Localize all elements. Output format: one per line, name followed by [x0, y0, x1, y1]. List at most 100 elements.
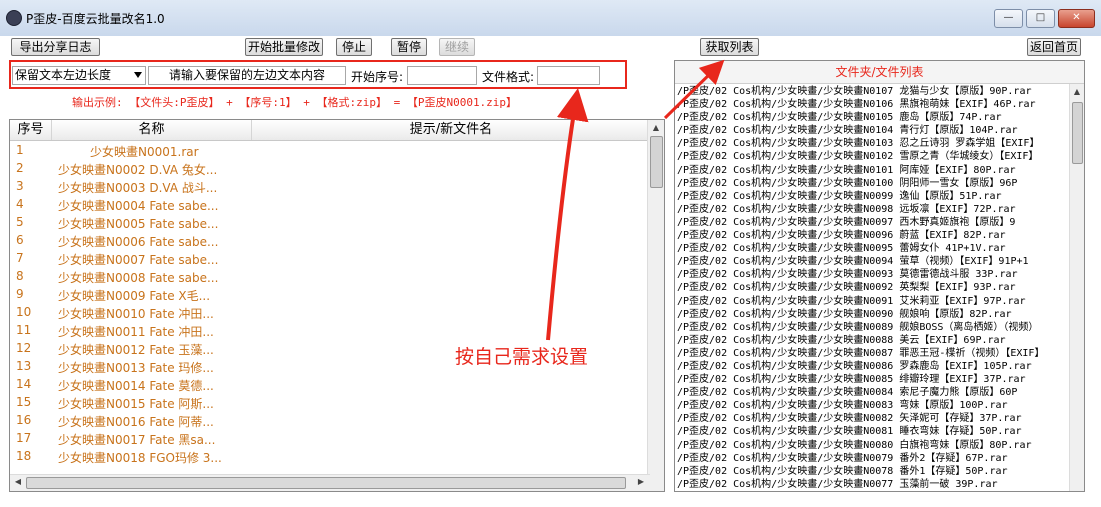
file-list-title: 文件夹/文件列表	[675, 61, 1084, 84]
rename-list-view[interactable]: 序号 名称 提示/新文件名 1 少女映畫N0001.rar 2 少女映畫N0002 D…	[9, 119, 665, 492]
table-row[interactable]: 6 少女映畫N0006 Fate sabe...	[10, 232, 650, 250]
file-format-input[interactable]	[537, 66, 600, 85]
scroll-left-icon[interactable]: ◀	[11, 475, 25, 489]
row-name: 少女映畫N0012 Fate 玉藻...	[58, 343, 214, 357]
app-icon	[6, 10, 22, 26]
table-row[interactable]: 3 少女映畫N0003 D.VA 战斗...	[10, 178, 650, 196]
row-name: 少女映畫N0018 FGO玛修 3...	[58, 451, 222, 465]
resume-button[interactable]: 继续	[439, 38, 475, 56]
file-list-panel[interactable]: 文件夹/文件列表 /P歪皮/02 Cos机构/少女映畫/少女映畫N0107 龙猫…	[674, 60, 1085, 492]
row-index: 14	[16, 377, 32, 391]
list-header: 序号 名称 提示/新文件名	[10, 120, 650, 141]
table-row[interactable]: 15 少女映畫N0015 Fate 阿斯...	[10, 394, 650, 412]
list-item[interactable]: /P歪皮/02 Cos机构/少女映畫/少女映畫N0101 阿库娅【EXIF】80…	[677, 164, 1067, 177]
table-row[interactable]: 4 少女映畫N0004 Fate sabe...	[10, 196, 650, 214]
pause-button[interactable]: 暂停	[391, 38, 427, 56]
list-item[interactable]: /P歪皮/02 Cos机构/少女映畫/少女映畫N0096 蔚蓝【EXIF】82P…	[677, 229, 1067, 242]
list-item[interactable]: /P歪皮/02 Cos机构/少女映畫/少女映畫N0100 阴阳师一雪女【原版】9…	[677, 177, 1067, 190]
list-item[interactable]: /P歪皮/02 Cos机构/少女映畫/少女映畫N0083 弯妹【原版】100P.…	[677, 399, 1067, 412]
scroll-right-icon[interactable]: ▶	[634, 475, 648, 489]
list-item[interactable]: /P歪皮/02 Cos机构/少女映畫/少女映畫N0097 西木野真姬旗袍【原版】…	[677, 216, 1067, 229]
list-item[interactable]: /P歪皮/02 Cos机构/少女映畫/少女映畫N0098 远坂凛【EXIF】72…	[677, 203, 1067, 216]
list-item[interactable]: /P歪皮/02 Cos机构/少女映畫/少女映畫N0082 矢泽妮可【存疑】37P…	[677, 412, 1067, 425]
row-index: 16	[16, 413, 32, 427]
row-name: 少女映畫N0016 Fate 阿蒂...	[58, 415, 214, 429]
row-name: 少女映畫N0017 Fate 黑sa...	[58, 433, 216, 447]
list-item[interactable]: /P歪皮/02 Cos机构/少女映畫/少女映畫N0102 雪原之青（华城绫女）【…	[677, 150, 1067, 163]
row-index: 9	[16, 287, 24, 301]
row-name: 少女映畫N0011 Fate 冲田...	[58, 325, 214, 339]
list-horizontal-scrollbar[interactable]: ◀ ▶	[10, 474, 650, 491]
row-index: 6	[16, 233, 24, 247]
chevron-down-icon	[134, 72, 142, 78]
table-row[interactable]: 17 少女映畫N0017 Fate 黑sa...	[10, 430, 650, 448]
table-row[interactable]: 2 少女映畫N0002 D.VA 兔女...	[10, 160, 650, 178]
file-list-scroll-thumb[interactable]	[1072, 102, 1083, 164]
get-list-button[interactable]: 获取列表	[700, 38, 759, 56]
row-index: 18	[16, 449, 32, 463]
export-log-button[interactable]: 导出分享日志	[11, 38, 100, 56]
list-item[interactable]: /P歪皮/02 Cos机构/少女映畫/少女映畫N0107 龙猫与少女【原版】90…	[677, 85, 1067, 98]
list-vertical-thumb[interactable]	[650, 136, 663, 188]
mode-select[interactable]: 保留文本左边长度	[12, 66, 146, 85]
row-name: 少女映畫N0009 Fate X毛...	[58, 289, 211, 303]
back-home-button[interactable]: 返回首页	[1027, 38, 1081, 56]
list-item[interactable]: /P歪皮/02 Cos机构/少女映畫/少女映畫N0094 萤草（视频）【EXIF…	[677, 255, 1067, 268]
row-index: 5	[16, 215, 24, 229]
list-item[interactable]: /P歪皮/02 Cos机构/少女映畫/少女映畫N0093 莫德雷德战斗服 33P…	[677, 268, 1067, 281]
list-item[interactable]: /P歪皮/02 Cos机构/少女映畫/少女映畫N0081 睡衣弯妹【存疑】50P…	[677, 425, 1067, 438]
list-item[interactable]: /P歪皮/02 Cos机构/少女映畫/少女映畫N0087 罪恶王冠-楪祈（视频）…	[677, 347, 1067, 360]
scroll-up-icon[interactable]: ▲	[649, 121, 663, 135]
list-item[interactable]: /P歪皮/02 Cos机构/少女映畫/少女映畫N0090 舰娘响【原版】82P.…	[677, 308, 1067, 321]
column-header-name[interactable]: 名称	[52, 120, 252, 140]
list-item[interactable]: /P歪皮/02 Cos机构/少女映畫/少女映畫N0078 番外1【存疑】50P.…	[677, 465, 1067, 478]
table-row[interactable]: 11 少女映畫N0011 Fate 冲田...	[10, 322, 650, 340]
table-row[interactable]: 9 少女映畫N0009 Fate X毛...	[10, 286, 650, 304]
list-item[interactable]: /P歪皮/02 Cos机构/少女映畫/少女映畫N0089 舰娘BOSS（离岛栖姬…	[677, 321, 1067, 334]
maximize-button[interactable]: □	[1026, 9, 1055, 28]
keep-text-input[interactable]: 请输入要保留的左边文本内容	[148, 66, 346, 85]
file-list-scrollbar[interactable]: ▲	[1069, 84, 1084, 491]
list-item[interactable]: /P歪皮/02 Cos机构/少女映畫/少女映畫N0095 蕾姆女仆 41P+1V…	[677, 242, 1067, 255]
list-item[interactable]: /P歪皮/02 Cos机构/少女映畫/少女映畫N0088 美云【EXIF】69P…	[677, 334, 1067, 347]
list-item[interactable]: /P歪皮/02 Cos机构/少女映畫/少女映畫N0085 绯瓣玲理【EXIF】3…	[677, 373, 1067, 386]
file-list-scroll-up-icon[interactable]: ▲	[1070, 85, 1084, 99]
list-item[interactable]: /P歪皮/02 Cos机构/少女映畫/少女映畫N0106 黑旗袍萌妹【EXIF】…	[677, 98, 1067, 111]
start-index-input[interactable]	[407, 66, 477, 85]
list-item[interactable]: /P歪皮/02 Cos机构/少女映畫/少女映畫N0103 忍之丘诗羽 罗森学姐【…	[677, 137, 1067, 150]
list-item[interactable]: /P歪皮/02 Cos机构/少女映畫/少女映畫N0079 番外2【存疑】67P.…	[677, 452, 1067, 465]
list-item[interactable]: /P歪皮/02 Cos机构/少女映畫/少女映畫N0091 艾米莉亚【EXIF】9…	[677, 295, 1067, 308]
table-row[interactable]: 7 少女映畫N0007 Fate sabe...	[10, 250, 650, 268]
table-row[interactable]: 16 少女映畫N0016 Fate 阿蒂...	[10, 412, 650, 430]
column-header-tip[interactable]: 提示/新文件名	[252, 120, 650, 140]
minimize-button[interactable]: —	[994, 9, 1023, 28]
list-item[interactable]: /P歪皮/02 Cos机构/少女映畫/少女映畫N0099 逸仙【原版】51P.r…	[677, 190, 1067, 203]
table-row[interactable]: 8 少女映畫N0008 Fate sabe...	[10, 268, 650, 286]
list-item[interactable]: /P歪皮/02 Cos机构/少女映畫/少女映畫N0104 青行灯【原版】104P…	[677, 124, 1067, 137]
close-button[interactable]: ✕	[1058, 9, 1095, 28]
list-item[interactable]: /P歪皮/02 Cos机构/少女映畫/少女映畫N0105 鹿岛【原版】74P.r…	[677, 111, 1067, 124]
list-horizontal-thumb[interactable]	[26, 477, 626, 489]
list-item[interactable]: /P歪皮/02 Cos机构/少女映畫/少女映畫N0084 索尼子魔力熊【原版】6…	[677, 386, 1067, 399]
list-item[interactable]: /P歪皮/02 Cos机构/少女映畫/少女映畫N0080 白旗袍弯妹【原版】80…	[677, 439, 1067, 452]
row-index: 15	[16, 395, 32, 409]
window-title: P歪皮-百度云批量改名1.0	[26, 12, 165, 26]
table-row[interactable]: 1 少女映畫N0001.rar	[10, 142, 650, 160]
stop-button[interactable]: 停止	[336, 38, 372, 56]
column-header-index[interactable]: 序号	[10, 120, 52, 140]
list-item[interactable]: /P歪皮/02 Cos机构/少女映畫/少女映畫N0086 罗森鹿岛【EXIF】1…	[677, 360, 1067, 373]
table-row[interactable]: 5 少女映畫N0005 Fate sabe...	[10, 214, 650, 232]
row-name: 少女映畫N0015 Fate 阿斯...	[58, 397, 214, 411]
row-index: 12	[16, 341, 32, 355]
row-name: 少女映畫N0007 Fate sabe...	[58, 253, 219, 267]
start-batch-button[interactable]: 开始批量修改	[245, 38, 323, 56]
table-row[interactable]: 10 少女映畫N0010 Fate 冲田...	[10, 304, 650, 322]
file-format-label: 文件格式:	[482, 70, 535, 84]
row-name: 少女映畫N0013 Fate 玛修...	[58, 361, 214, 375]
list-item[interactable]: /P歪皮/02 Cos机构/少女映畫/少女映畫N0077 玉藻前一破 39P.r…	[677, 478, 1067, 491]
table-row[interactable]: 14 少女映畫N0014 Fate 莫德...	[10, 376, 650, 394]
list-item[interactable]: /P歪皮/02 Cos机构/少女映畫/少女映畫N0092 英梨梨【EXIF】93…	[677, 281, 1067, 294]
mode-select-value: 保留文本左边长度	[15, 68, 112, 82]
list-vertical-scrollbar[interactable]: ▲	[647, 120, 664, 491]
table-row[interactable]: 18 少女映畫N0018 FGO玛修 3...	[10, 448, 650, 466]
